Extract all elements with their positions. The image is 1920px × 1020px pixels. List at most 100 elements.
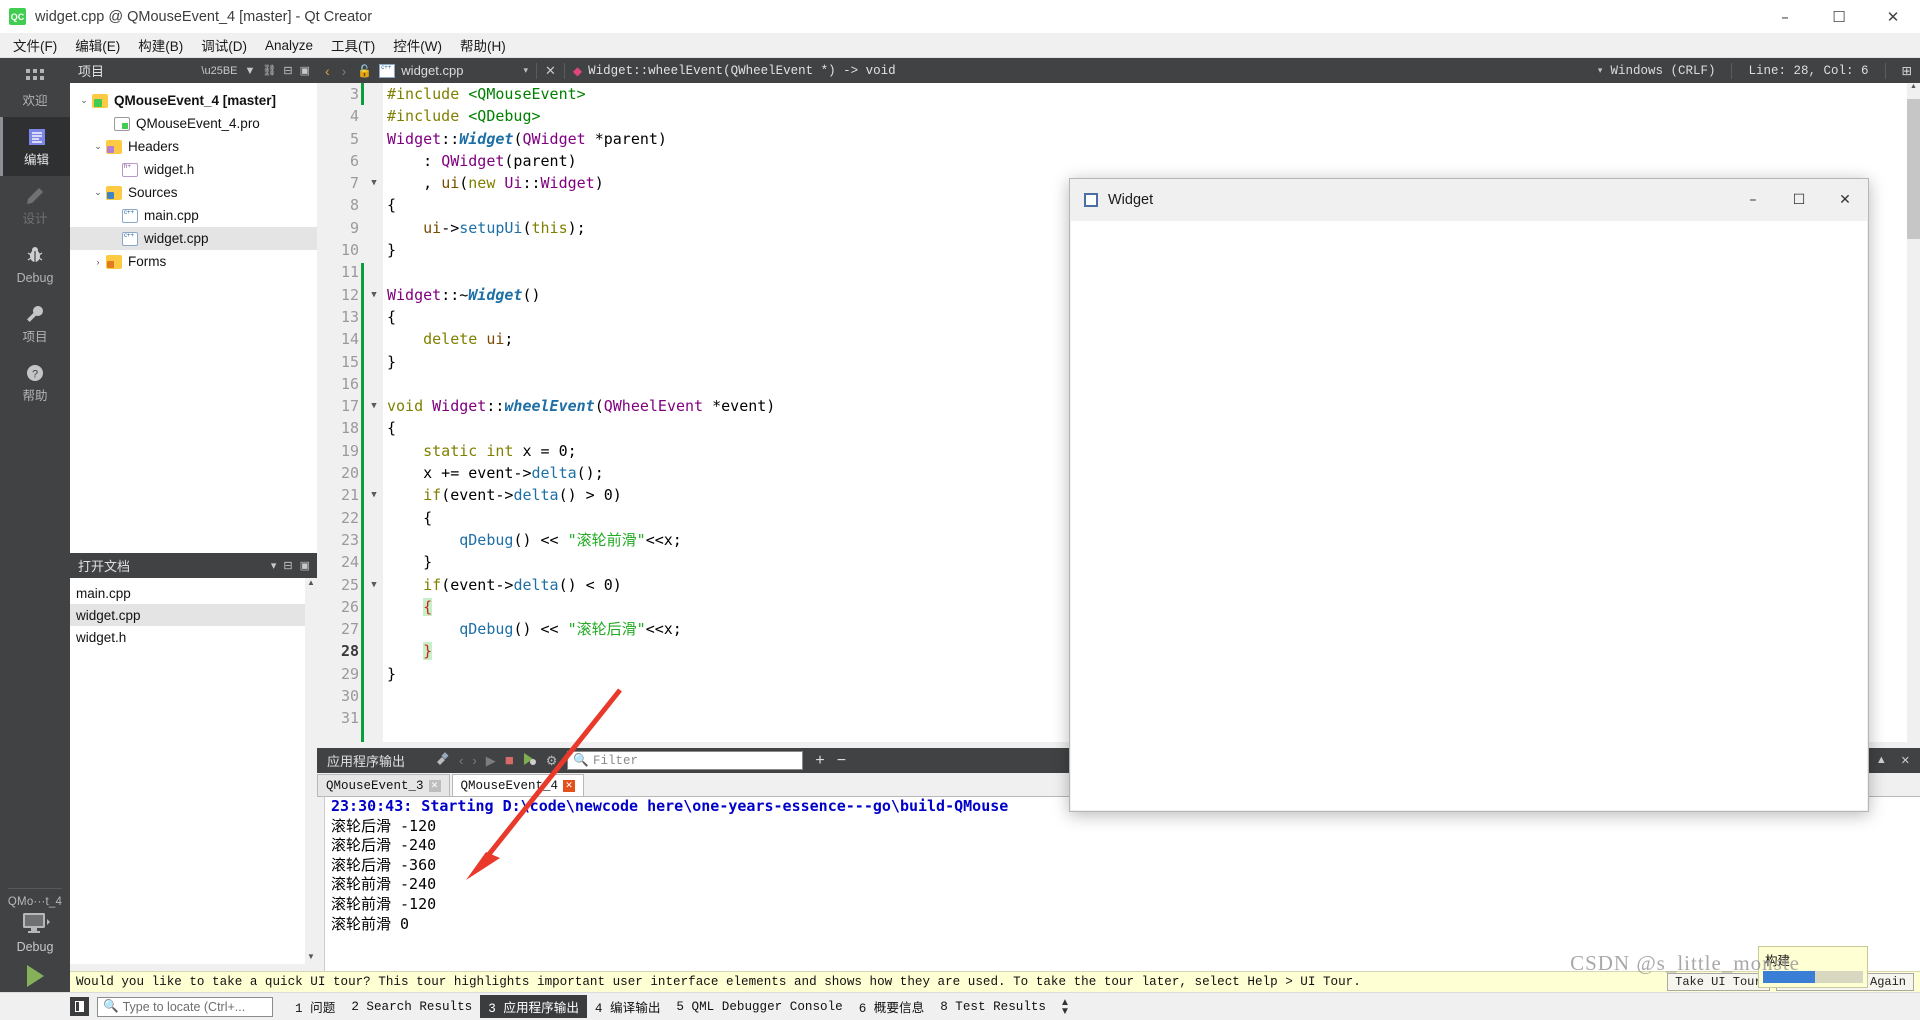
scroll-down-icon[interactable]: ▼ xyxy=(305,952,317,964)
editor-symbol-selector[interactable]: Widget::wheelEvent(QWheelEvent *) -> voi… xyxy=(588,64,896,78)
tree-row-sources[interactable]: ⌄ Sources xyxy=(70,181,317,204)
maximize-button[interactable]: ☐ xyxy=(1812,0,1866,33)
stop-icon[interactable]: ■ xyxy=(505,752,514,769)
menu-build[interactable]: 构建(B) xyxy=(129,32,192,58)
widget-window-client-area[interactable] xyxy=(1071,221,1867,810)
tree-row-main-cpp[interactable]: main.cpp xyxy=(70,204,317,227)
statusbar-pane-item[interactable]: 3 应用程序输出 xyxy=(480,995,587,1018)
code-line[interactable]: 4 #include <QDebug> xyxy=(317,105,1920,127)
mode-help[interactable]: ? 帮助 xyxy=(0,353,70,412)
split-icon[interactable]: ⊟ xyxy=(283,64,292,77)
statusbar-pane-item[interactable]: 4 编译输出 xyxy=(587,995,669,1018)
code-line[interactable]: 3 #include <QMouseEvent> xyxy=(317,83,1920,105)
expand-arrow-icon[interactable]: ⌄ xyxy=(90,141,106,152)
menu-file[interactable]: 文件(F) xyxy=(4,32,66,58)
navigate-back-icon[interactable]: ‹ xyxy=(317,63,334,79)
widget-minimize-button[interactable]: – xyxy=(1730,179,1776,221)
scroll-up-icon[interactable]: ▲ xyxy=(1907,83,1920,96)
line-ending-selector[interactable]: Windows (CRLF) xyxy=(1602,64,1723,78)
editor-vertical-scrollbar[interactable]: ▲ xyxy=(1907,83,1920,748)
chevron-down-icon[interactable]: ▾ xyxy=(523,65,528,76)
fold-marker-icon[interactable]: ▼ xyxy=(367,484,381,506)
rerun-icon[interactable]: ▶ xyxy=(486,753,496,769)
next-item-icon[interactable]: › xyxy=(472,753,476,768)
prev-item-icon[interactable]: ‹ xyxy=(459,753,463,768)
fold-marker-icon[interactable]: ▼ xyxy=(367,395,381,417)
editor-file-selector[interactable]: widget.cpp xyxy=(379,63,463,78)
mode-debug[interactable]: Debug xyxy=(0,235,70,294)
kit-target-name[interactable]: QMo···t_4 xyxy=(0,889,70,908)
locator-input[interactable]: 🔍 Type to locate (Ctrl+... xyxy=(97,996,273,1017)
navigate-forward-icon[interactable]: › xyxy=(334,63,351,79)
svg-text:?: ? xyxy=(32,368,38,380)
tree-row-pro-file[interactable]: QMouseEvent_4.pro xyxy=(70,112,317,135)
menu-analyze[interactable]: Analyze xyxy=(256,35,322,56)
tree-row-headers[interactable]: ⌄ Headers xyxy=(70,135,317,158)
zoom-out-icon[interactable]: − xyxy=(837,752,846,770)
menu-edit[interactable]: 编辑(E) xyxy=(66,32,129,58)
pane-selector-arrows[interactable]: ▲ ▼ xyxy=(1060,997,1070,1016)
minimize-button[interactable]: – xyxy=(1758,0,1812,33)
tree-row-widget-cpp[interactable]: widget.cpp xyxy=(70,227,317,250)
search-icon: 🔍 xyxy=(573,754,589,768)
mode-projects[interactable]: 项目 xyxy=(0,294,70,353)
fold-marker-icon[interactable]: ▼ xyxy=(367,284,381,306)
toggle-sidebar-button[interactable] xyxy=(70,997,89,1016)
mode-welcome[interactable]: 欢迎 xyxy=(0,58,70,117)
close-tab-icon[interactable]: ✕ xyxy=(428,779,441,792)
lock-icon[interactable]: 🔓 xyxy=(350,64,379,78)
split-editor-icon[interactable]: ⊞ xyxy=(1894,63,1920,79)
open-doc-main-cpp[interactable]: main.cpp xyxy=(70,582,317,604)
output-tab-qmouseevent-4[interactable]: QMouseEvent_4 ✕ xyxy=(451,774,585,796)
statusbar-pane-item[interactable]: 5 QML Debugger Console xyxy=(668,998,850,1016)
close-button[interactable]: ✕ xyxy=(1866,0,1920,33)
open-documents-scrollbar[interactable]: ▲ ▼ xyxy=(305,578,317,964)
statusbar-pane-item[interactable]: 8 Test Results xyxy=(932,998,1054,1016)
statusbar-pane-item[interactable]: 6 概要信息 xyxy=(851,995,933,1018)
code-text: { xyxy=(387,196,397,215)
expand-arrow-icon[interactable]: ⌄ xyxy=(90,187,106,198)
expand-arrow-icon[interactable]: ⌄ xyxy=(76,95,92,106)
dock-close-icon[interactable]: ▣ xyxy=(300,64,310,77)
open-doc-widget-cpp[interactable]: widget.cpp xyxy=(70,604,317,626)
clear-icon[interactable] xyxy=(435,752,450,769)
code-line[interactable]: 5 Widget::Widget(QWidget *parent) xyxy=(317,128,1920,150)
tree-row-widget-h[interactable]: widget.h xyxy=(70,158,317,181)
split-icon[interactable]: ⊟ xyxy=(283,559,292,572)
kit-selector[interactable]: Debug xyxy=(0,908,70,954)
scroll-thumb[interactable] xyxy=(1907,99,1920,239)
attach-debugger-icon[interactable] xyxy=(523,752,537,769)
tree-row-forms[interactable]: › Forms xyxy=(70,250,317,273)
menu-debug[interactable]: 调试(D) xyxy=(192,32,256,58)
menu-help[interactable]: 帮助(H) xyxy=(451,32,515,58)
link-icon[interactable]: ⛓ xyxy=(262,64,276,77)
fold-marker-icon[interactable]: ▼ xyxy=(367,574,381,596)
gear-icon[interactable]: ⚙ xyxy=(546,753,558,769)
maximize-pane-icon[interactable]: ▲ xyxy=(1876,754,1887,767)
widget-maximize-button[interactable]: ☐ xyxy=(1776,179,1822,221)
close-tab-icon[interactable]: ✕ xyxy=(563,779,576,792)
statusbar-pane-item[interactable]: 1 问题 xyxy=(287,995,343,1018)
code-line[interactable]: 6 : QWidget(parent) xyxy=(317,150,1920,172)
close-document-icon[interactable]: ✕ xyxy=(545,63,556,79)
chevron-down-icon[interactable]: ▾ xyxy=(271,559,277,572)
menu-window[interactable]: 控件(W) xyxy=(384,32,451,58)
chevron-down-icon[interactable]: \u25BE xyxy=(201,65,237,77)
output-filter-input[interactable]: 🔍 Filter xyxy=(567,751,804,770)
tree-row-project[interactable]: ⌄ QMouseEvent_4 [master] xyxy=(70,89,317,112)
statusbar-pane-item[interactable]: 2 Search Results xyxy=(343,998,480,1016)
mode-design[interactable]: 设计 xyxy=(0,176,70,235)
zoom-in-icon[interactable]: + xyxy=(815,752,824,770)
collapse-arrow-icon[interactable]: › xyxy=(90,257,106,267)
fold-marker-icon[interactable]: ▼ xyxy=(367,172,381,194)
scroll-up-icon[interactable]: ▲ xyxy=(305,578,317,590)
filter-icon[interactable]: ▼ xyxy=(245,65,256,77)
open-doc-widget-h[interactable]: widget.h xyxy=(70,626,317,648)
widget-app-window[interactable]: Widget – ☐ ✕ xyxy=(1069,178,1869,812)
mode-edit[interactable]: 编辑 xyxy=(0,117,70,176)
widget-close-button[interactable]: ✕ xyxy=(1822,179,1868,221)
output-tab-qmouseevent-3[interactable]: QMouseEvent_3 ✕ xyxy=(317,774,450,796)
dock-close-icon[interactable]: ▣ xyxy=(300,559,310,572)
menu-tools[interactable]: 工具(T) xyxy=(322,32,384,58)
close-pane-icon[interactable]: ✕ xyxy=(1901,754,1910,767)
